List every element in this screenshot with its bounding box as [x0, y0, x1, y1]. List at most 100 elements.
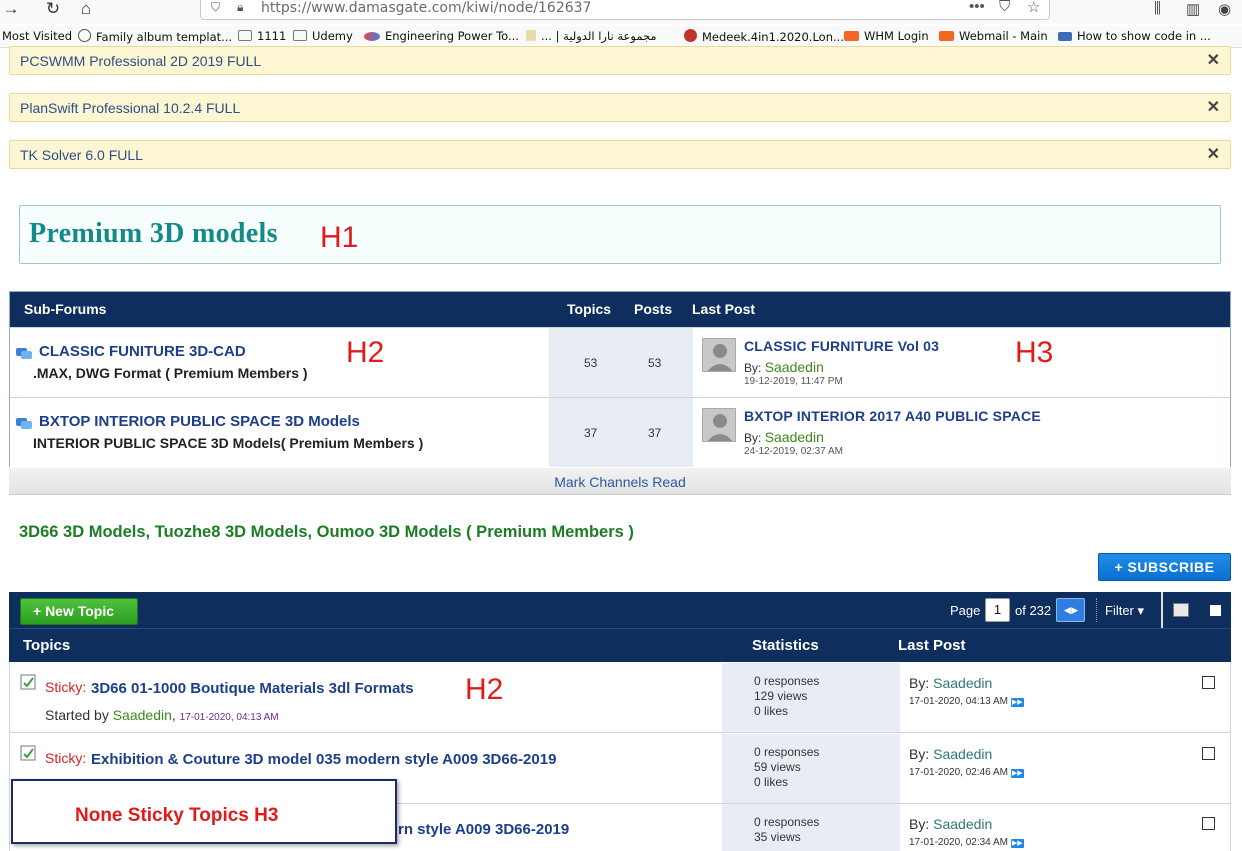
col-last-post: Last Post: [692, 301, 756, 317]
pager-prev-next-icon[interactable]: ◀ ▶: [1056, 598, 1085, 622]
last-post-date: 19-12-2019, 11:47 PM: [744, 376, 843, 387]
avatar[interactable]: [702, 408, 736, 442]
username-link[interactable]: Saadedin: [933, 746, 992, 762]
subforum-stats: 53 53: [549, 328, 693, 397]
topic-select-checkbox[interactable]: [1202, 817, 1215, 830]
subforum-title-link[interactable]: BXTOP INTERIOR PUBLIC SPACE 3D Models: [39, 413, 360, 430]
cpanel-icon: [939, 31, 954, 41]
bookmark-whm-login[interactable]: WHM Login: [844, 29, 929, 43]
page-title: Premium 3D models: [29, 218, 278, 249]
notice-text[interactable]: PlanSwift Professional 10.2.4 FULL: [20, 100, 240, 116]
annotation-note-box: None Sticky Topics H3: [11, 779, 397, 844]
bookmark-nara-group[interactable]: ... | مجموعة نارا الدولية: [526, 29, 657, 43]
reload-icon[interactable]: ↻: [42, 0, 64, 20]
bookmark-most-visited[interactable]: Most Visited: [2, 29, 72, 43]
library-icon[interactable]: ⫼: [1154, 0, 1161, 17]
premium-header-box: Premium 3D models: [19, 205, 1221, 264]
close-icon[interactable]: ✕: [1207, 50, 1220, 70]
views-count: 129 views: [754, 689, 808, 703]
col-posts: Posts: [634, 301, 673, 317]
posts-count: 37: [648, 426, 662, 440]
page-total: of 232: [1015, 603, 1052, 618]
view-mode-icon[interactable]: [1173, 603, 1189, 617]
pocket-icon[interactable]: ⛉: [999, 0, 1010, 15]
avatar[interactable]: [702, 338, 736, 372]
filter-dropdown[interactable]: Filter ▾: [1105, 603, 1144, 619]
notice-banner: PCSWMM Professional 2D 2019 FULL ✕: [9, 46, 1231, 75]
last-post-date: 17-01-2020, 02:46 AM ▶▶: [909, 767, 1024, 778]
go-to-last-post-icon[interactable]: ▶▶: [1010, 698, 1024, 707]
username-link[interactable]: Saadedin: [933, 675, 992, 691]
username-link[interactable]: Saadedin: [765, 429, 824, 445]
medeek-logo-icon: [684, 29, 697, 42]
bookmark-star-icon[interactable]: ☆: [1027, 0, 1040, 16]
select-all-checkbox[interactable]: [1210, 605, 1221, 616]
topics-toolbar: + New Topic Page 1 of 232 ◀ ▶ Filter ▾: [9, 592, 1231, 628]
col-last-post: Last Post: [898, 637, 966, 654]
bookmark-1111[interactable]: 1111: [238, 29, 286, 43]
sidebar-icon[interactable]: ▥: [1186, 0, 1200, 18]
user-silhouette-icon: [707, 344, 733, 371]
go-to-last-post-icon[interactable]: ▶▶: [1010, 769, 1024, 778]
mark-channels-read-link[interactable]: Mark Channels Read: [554, 474, 686, 490]
lock-icon: 🔒︎: [237, 0, 244, 14]
bookmark-engineering-power[interactable]: Engineering Power To...: [364, 29, 519, 43]
page-number-input[interactable]: 1: [985, 598, 1010, 622]
col-topics: Topics: [567, 301, 612, 317]
close-icon[interactable]: ✕: [1207, 97, 1220, 117]
topic-row: Sticky: 3D66 01-1000 Boutique Materials …: [9, 663, 1231, 733]
bookmark-vb-show-code[interactable]: How to show code in ...: [1058, 29, 1211, 43]
page-label: Page: [950, 603, 981, 618]
notice-text[interactable]: PCSWMM Professional 2D 2019 FULL: [20, 53, 261, 69]
sticky-topic-icon: [20, 745, 36, 761]
bookmark-webmail[interactable]: Webmail - Main: [939, 29, 1048, 43]
notice-banner: TK Solver 6.0 FULL ✕: [9, 140, 1231, 169]
topic-select-checkbox[interactable]: [1202, 676, 1215, 689]
last-post-author: By: Saadedin: [744, 359, 824, 375]
new-topic-button[interactable]: + New Topic: [20, 598, 138, 625]
bookmark-udemy[interactable]: Udemy: [293, 29, 353, 43]
last-post-author: By: Saadedin: [909, 675, 993, 691]
topics-count: 37: [584, 426, 598, 440]
subscribe-button[interactable]: + SUBSCRIBE: [1098, 553, 1231, 581]
subforum-title-link[interactable]: CLASSIC FUNITURE 3D-CAD: [39, 343, 246, 360]
topic-title-link[interactable]: 3D66 01-1000 Boutique Materials 3dl Form…: [91, 680, 414, 697]
views-count: 59 views: [754, 760, 801, 774]
address-bar[interactable]: ⛉ 🔒︎ https://www.damasgate.com/kiwi/node…: [200, 0, 1050, 20]
username-link[interactable]: Saadedin: [933, 816, 992, 832]
vb-logo-icon: [1058, 32, 1072, 41]
topic-stats: 0 responses 59 views 0 likes: [722, 734, 900, 803]
start-date: 17-01-2020, 04:13 AM: [179, 712, 279, 723]
account-icon[interactable]: ◉: [1218, 0, 1231, 18]
last-post-title-link[interactable]: BXTOP INTERIOR 2017 A40 PUBLIC SPACE: [744, 408, 1041, 424]
close-icon[interactable]: ✕: [1207, 144, 1220, 164]
last-post-author: By: Saadedin: [909, 816, 993, 832]
topic-started-by: Started by Saadedin, 17-01-2020, 04:13 A…: [45, 707, 279, 723]
url-text[interactable]: https://www.damasgate.com/kiwi/node/1626…: [261, 0, 591, 16]
topic-select-checkbox[interactable]: [1202, 747, 1215, 760]
topic-title-link[interactable]: Exhibition & Couture 3D model 035 modern…: [91, 751, 556, 768]
more-actions-icon[interactable]: •••: [969, 0, 985, 15]
username-link[interactable]: Saadedin: [113, 707, 172, 723]
engineering-logo-icon: [364, 32, 380, 41]
shield-icon[interactable]: ⛉: [211, 0, 220, 15]
home-icon[interactable]: ⌂: [75, 0, 97, 20]
mark-channels-read-bar: Mark Channels Read: [9, 468, 1231, 495]
last-post-author: By: Saadedin: [744, 429, 824, 445]
last-post-date: 24-12-2019, 02:37 AM: [744, 446, 843, 457]
username-link[interactable]: Saadedin: [765, 359, 824, 375]
go-to-last-post-icon[interactable]: ▶▶: [1010, 839, 1024, 848]
topic-title-link[interactable]: rn style A009 3D66-2019: [398, 821, 569, 838]
bookmarks-bar: Most Visited Family album templat... 111…: [0, 26, 1242, 48]
col-topics: Topics: [23, 637, 71, 654]
bookmark-medeek[interactable]: Medeek.4in1.2020.Lon...: [684, 29, 844, 44]
last-post-title-link[interactable]: CLASSIC FURNITURE Vol 03: [744, 338, 939, 354]
forward-icon[interactable]: →: [0, 0, 22, 20]
notice-text[interactable]: TK Solver 6.0 FULL: [20, 147, 143, 163]
bookmark-family-album[interactable]: Family album templat...: [78, 29, 232, 44]
subforum-row: BXTOP INTERIOR PUBLIC SPACE 3D Models IN…: [10, 397, 1230, 467]
subforum-description: .MAX, DWG Format ( Premium Members ): [33, 365, 308, 381]
last-post-author: By: Saadedin: [909, 746, 993, 762]
last-post-date: 17-01-2020, 04:13 AM ▶▶: [909, 696, 1024, 707]
topic-stats: 0 responses 35 views: [722, 804, 900, 851]
